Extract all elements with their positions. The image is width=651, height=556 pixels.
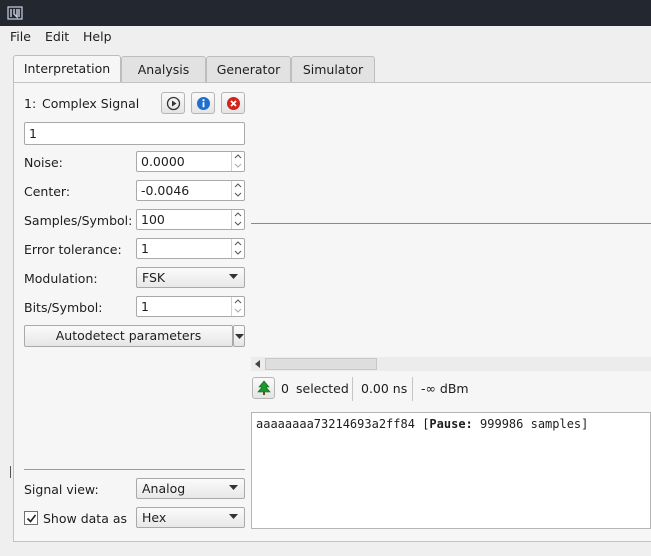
title-bar <box>0 0 651 26</box>
info-button[interactable] <box>191 92 215 114</box>
signal-view-value: Analog <box>142 481 186 496</box>
signal-view-label: Signal view: <box>24 482 99 497</box>
selection-duration: 0.00 ns <box>361 381 408 396</box>
noise-label: Noise: <box>24 155 63 170</box>
view-divider <box>24 469 245 470</box>
show-data-format-value: Hex <box>142 510 167 525</box>
horizontal-scrollbar[interactable] <box>251 357 651 371</box>
menu-file[interactable]: File <box>10 29 31 44</box>
spin-down-icon[interactable] <box>232 219 244 228</box>
selected-label: selected <box>296 381 349 396</box>
spin-up-icon[interactable] <box>232 210 244 219</box>
tree-crop-icon <box>257 380 271 395</box>
spin-arrows <box>231 210 244 229</box>
signal-name: Complex Signal <box>42 96 140 111</box>
selection-power: -∞ dBm <box>421 381 469 396</box>
spin-arrows <box>231 181 244 200</box>
tab-analysis[interactable]: Analysis <box>121 56 206 82</box>
bits-per-symbol-label: Bits/Symbol: <box>24 300 103 315</box>
selected-count: 0 <box>281 381 289 396</box>
scroll-left-icon[interactable] <box>254 360 262 368</box>
close-icon <box>227 97 240 110</box>
show-data-label: Show data as <box>43 511 128 526</box>
info-icon <box>197 97 210 110</box>
center-value: -0.0046 <box>141 183 190 198</box>
spin-up-icon[interactable] <box>232 297 244 306</box>
spin-down-icon[interactable] <box>232 161 244 170</box>
signal-index: 1: <box>24 96 37 111</box>
signal-view-dropdown[interactable]: Analog <box>136 478 245 499</box>
autodetect-options-button[interactable] <box>233 325 245 347</box>
autodetect-parameters-button[interactable]: Autodetect parameters <box>24 325 233 347</box>
pause-label: Pause: <box>429 417 473 431</box>
tab-interpretation[interactable]: Interpretation <box>13 55 121 82</box>
spin-up-icon[interactable] <box>232 152 244 161</box>
menu-bar: File Edit Help <box>0 26 651 48</box>
error-tolerance-value: 1 <box>141 241 149 256</box>
app-logo-icon <box>7 6 23 20</box>
chevron-down-icon <box>229 514 238 519</box>
spin-arrows <box>231 239 244 258</box>
crop-selection-button[interactable] <box>252 377 275 399</box>
spin-up-icon[interactable] <box>232 239 244 248</box>
splitter-handle[interactable] <box>9 466 12 478</box>
error-tolerance-label: Error tolerance: <box>24 242 122 257</box>
chevron-down-icon <box>229 485 238 490</box>
close-signal-button[interactable] <box>221 92 245 114</box>
pause-value: 999986 samples] <box>480 417 589 431</box>
noise-spinbox[interactable]: 0.0000 <box>136 151 245 172</box>
samples-per-symbol-spinbox[interactable]: 100 <box>136 209 245 230</box>
spin-down-icon[interactable] <box>232 306 244 315</box>
separator <box>412 377 413 401</box>
tab-simulator[interactable]: Simulator <box>291 56 375 82</box>
modulation-label: Modulation: <box>24 271 98 286</box>
play-icon <box>166 96 181 111</box>
spin-down-icon[interactable] <box>232 190 244 199</box>
separator <box>352 377 353 401</box>
modulation-value: FSK <box>142 270 166 285</box>
chevron-down-icon <box>235 334 244 339</box>
signal-graph-line <box>251 223 651 224</box>
show-data-format-dropdown[interactable]: Hex <box>136 507 245 528</box>
checkmark-icon <box>26 514 37 523</box>
tab-generator[interactable]: Generator <box>206 56 291 82</box>
center-label: Center: <box>24 184 71 199</box>
menu-edit[interactable]: Edit <box>45 29 69 44</box>
hex-output: aaaaaaaa73214693a2ff84 <box>256 417 415 431</box>
noise-value: 0.0000 <box>141 154 185 169</box>
protocol-output-text[interactable]: aaaaaaaa73214693a2ff84 [Pause: 999986 sa… <box>251 412 651 529</box>
replay-button[interactable] <box>161 92 185 114</box>
error-tolerance-spinbox[interactable]: 1 <box>136 238 245 259</box>
menu-help[interactable]: Help <box>83 29 112 44</box>
scrollbar-thumb[interactable] <box>265 358 377 370</box>
show-data-checkbox[interactable] <box>24 511 38 525</box>
center-spinbox[interactable]: -0.0046 <box>136 180 245 201</box>
signal-name-field[interactable]: 1 <box>24 122 245 145</box>
modulation-dropdown[interactable]: FSK <box>136 267 245 288</box>
chevron-down-icon <box>229 274 238 279</box>
bits-per-symbol-value: 1 <box>141 299 149 314</box>
spin-arrows <box>231 297 244 316</box>
samples-per-symbol-value: 100 <box>141 212 165 227</box>
samples-per-symbol-label: Samples/Symbol: <box>24 213 133 228</box>
spin-arrows <box>231 152 244 171</box>
spin-down-icon[interactable] <box>232 248 244 257</box>
spin-up-icon[interactable] <box>232 181 244 190</box>
bits-per-symbol-spinbox[interactable]: 1 <box>136 296 245 317</box>
